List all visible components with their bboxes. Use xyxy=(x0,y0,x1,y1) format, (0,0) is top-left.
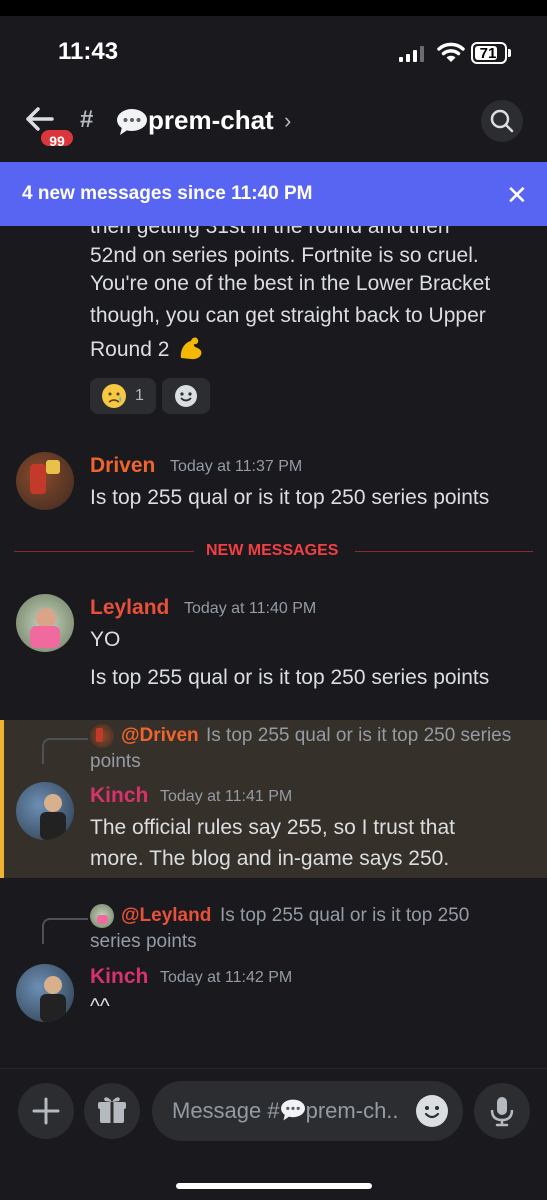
reply-preview[interactable]: Is top 255 qual or is it top 250 xyxy=(220,905,469,927)
search-button[interactable] xyxy=(481,100,523,142)
reaction-count: 1 xyxy=(135,387,144,404)
status-time: 11:43 xyxy=(58,38,119,65)
search-icon xyxy=(490,109,514,133)
avatar[interactable] xyxy=(16,452,74,510)
message-text-line: more. The blog and in-game says 250. xyxy=(90,847,450,870)
message-text-line: Is top 255 qual or is it top 250 series … xyxy=(90,666,490,689)
home-indicator xyxy=(176,1183,372,1189)
message-text-line: Round 2 xyxy=(90,333,205,367)
reaction-sad[interactable]: 1 xyxy=(90,378,156,414)
speech-bubble-icon xyxy=(117,109,147,135)
reply-connector xyxy=(42,738,88,764)
avatar[interactable] xyxy=(16,782,74,840)
add-attachment-button[interactable] xyxy=(18,1083,74,1139)
plus-icon xyxy=(32,1097,60,1125)
new-messages-banner[interactable]: 4 new messages since 11:40 PM ✕ xyxy=(0,162,547,226)
divider-line xyxy=(355,551,533,552)
message-text-line: YO xyxy=(90,628,121,651)
reply-mention[interactable]: @Driven xyxy=(121,725,199,747)
message-list[interactable]: then getting 31st in the round and then … xyxy=(0,226,547,1068)
timestamp: Today at 11:37 PM xyxy=(170,458,303,475)
avatar[interactable] xyxy=(16,594,74,652)
timestamp: Today at 11:40 PM xyxy=(184,600,317,617)
message-input[interactable]: Message # prem-ch.. xyxy=(152,1081,463,1141)
username[interactable]: Leyland xyxy=(90,596,169,620)
message-text-line: The official rules say 255, so I trust t… xyxy=(90,816,455,839)
new-messages-divider: NEW MESSAGES xyxy=(206,542,339,559)
channel-name[interactable]: prem-chat xyxy=(148,105,274,136)
channel-hash-icon: # xyxy=(80,106,94,133)
timestamp: Today at 11:41 PM xyxy=(160,788,293,805)
status-bar: 11:43 71 xyxy=(0,16,547,88)
message-text-line: You're one of the best in the Lower Brac… xyxy=(90,272,491,295)
flexed-biceps-emoji-icon xyxy=(181,337,202,360)
battery-icon: 71 xyxy=(471,42,507,64)
close-icon[interactable]: ✕ xyxy=(506,180,528,211)
divider-line xyxy=(14,551,194,552)
reply-avatar xyxy=(90,904,114,928)
reply-preview[interactable]: points xyxy=(90,751,141,773)
message-text-line: though, you can get straight back to Upp… xyxy=(90,304,486,327)
gift-button[interactable] xyxy=(84,1083,140,1139)
username[interactable]: Driven xyxy=(90,454,155,478)
timestamp: Today at 11:42 PM xyxy=(160,969,293,986)
emoji-picker-button[interactable] xyxy=(416,1095,448,1127)
chevron-right-icon[interactable]: › xyxy=(284,108,291,134)
channel-header: # prem-chat › xyxy=(0,88,547,162)
microphone-icon xyxy=(490,1097,514,1127)
reply-mention[interactable]: @Leyland xyxy=(121,905,211,927)
reply-preview[interactable]: Is top 255 qual or is it top 250 series xyxy=(206,725,511,747)
add-reaction-button[interactable] xyxy=(162,378,210,414)
message-text-line: Is top 255 qual or is it top 250 series … xyxy=(90,486,490,509)
voice-message-button[interactable] xyxy=(474,1083,530,1139)
unread-badge: 99 xyxy=(38,127,76,149)
wifi-icon xyxy=(437,42,465,62)
username[interactable]: Kinch xyxy=(90,784,148,808)
reply-connector xyxy=(42,918,88,944)
cellular-signal-icon xyxy=(399,46,424,62)
sad-face-emoji-icon xyxy=(102,384,126,408)
message-placeholder: Message # prem-ch.. xyxy=(172,1098,399,1123)
composer-bar: Message # prem-ch.. xyxy=(0,1068,547,1200)
message-text-line: ^^ xyxy=(90,995,110,1018)
smiley-icon xyxy=(424,1106,440,1119)
reply-preview[interactable]: series points xyxy=(90,931,197,953)
banner-text: 4 new messages since 11:40 PM xyxy=(22,183,313,204)
avatar[interactable] xyxy=(16,964,74,1022)
battery-level: 71 xyxy=(479,45,497,62)
username[interactable]: Kinch xyxy=(90,965,148,989)
speech-bubble-icon xyxy=(280,1099,305,1121)
gift-icon xyxy=(98,1097,126,1123)
top-edge xyxy=(0,0,547,16)
reply-avatar xyxy=(90,724,114,748)
smiley-icon xyxy=(175,385,197,407)
